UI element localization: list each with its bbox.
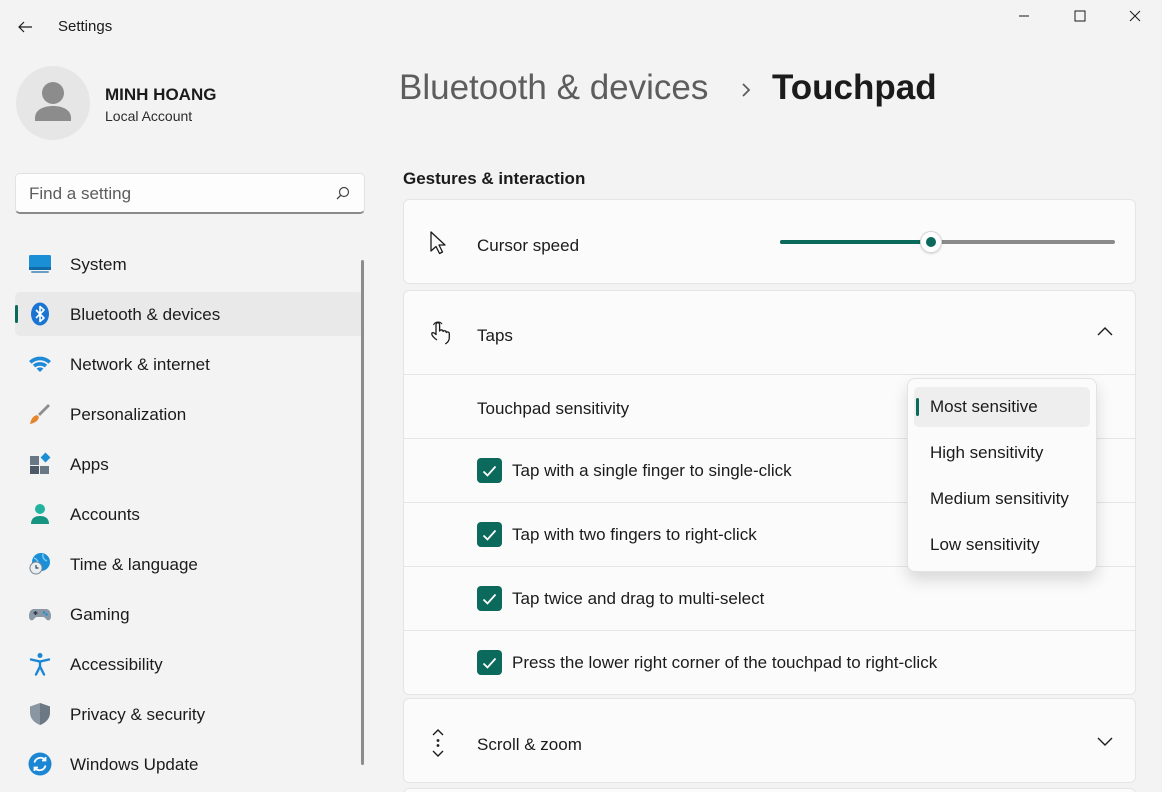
account-type: Local Account (105, 108, 193, 124)
monitor-icon (29, 255, 51, 273)
sidebar-item-label: Accessibility (70, 655, 163, 674)
sidebar-item-gaming[interactable]: Gaming (15, 592, 363, 636)
slider-fill (780, 240, 931, 244)
divider (404, 374, 1135, 375)
accessibility-icon (29, 653, 51, 676)
sidebar-item-label: Network & internet (70, 355, 210, 374)
sidebar-item-personalization[interactable]: Personalization (15, 392, 363, 436)
chevron-down-icon[interactable] (1096, 734, 1114, 748)
sidebar-item-network[interactable]: Network & internet (15, 342, 363, 386)
sidebar-item-label: Privacy & security (70, 705, 206, 724)
maximize-button[interactable] (1052, 0, 1108, 32)
minimize-button[interactable] (996, 0, 1052, 32)
checkmark-icon (482, 593, 497, 605)
page-title: Touchpad (772, 68, 937, 107)
dropdown-option-high-sensitivity[interactable]: High sensitivity (914, 433, 1090, 473)
selection-indicator (916, 398, 919, 416)
scroll-zoom-label: Scroll & zoom (477, 735, 582, 754)
avatar[interactable] (16, 66, 90, 140)
sidebar-scrollbar[interactable] (361, 260, 364, 765)
two-finger-right-click-checkbox[interactable] (477, 522, 502, 547)
sidebar-item-label: Bluetooth & devices (70, 305, 221, 324)
sidebar-item-system[interactable]: System (15, 242, 363, 286)
sensitivity-dropdown[interactable]: Most sensitive High sensitivity Medium s… (907, 378, 1097, 572)
search-input[interactable] (29, 183, 319, 205)
person-icon (31, 504, 49, 524)
sidebar-item-label: System (70, 255, 127, 274)
sidebar-nav: System Bluetooth & devices Network & int… (15, 242, 363, 792)
cursor-icon (430, 231, 446, 255)
title-bar: Settings (0, 0, 1162, 52)
sidebar-item-accessibility[interactable]: Accessibility (15, 642, 363, 686)
sidebar-item-time-language[interactable]: Time & language (15, 542, 363, 586)
user-avatar-icon (35, 82, 71, 121)
option-label: High sensitivity (930, 443, 1044, 462)
taps-label: Taps (477, 326, 513, 345)
sidebar-item-bluetooth[interactable]: Bluetooth & devices (15, 292, 363, 336)
dropdown-option-medium-sensitivity[interactable]: Medium sensitivity (914, 479, 1090, 519)
user-name: MINH HOANG (105, 85, 217, 104)
sidebar-item-label: Apps (70, 455, 109, 474)
sidebar-item-label: Personalization (70, 405, 187, 424)
search-icon[interactable] (336, 186, 350, 200)
divider (404, 630, 1135, 631)
slider-thumb[interactable] (919, 231, 942, 253)
chevron-up-icon[interactable] (1096, 325, 1114, 339)
option-label: Low sensitivity (930, 535, 1040, 554)
gamepad-icon (29, 609, 51, 621)
section-title: Gestures & interaction (403, 169, 586, 188)
selection-indicator (15, 305, 18, 323)
minimize-icon (1019, 15, 1029, 17)
sidebar-item-label: Gaming (70, 605, 130, 624)
close-button[interactable] (1108, 0, 1162, 32)
bluetooth-icon (31, 302, 49, 326)
tap-twice-drag-checkbox[interactable] (477, 586, 502, 611)
sidebar-item-label: Accounts (70, 505, 140, 524)
apps-icon (30, 452, 51, 474)
wifi-icon (29, 356, 51, 372)
checkmark-icon (482, 529, 497, 541)
breadcrumb-parent[interactable]: Bluetooth & devices (399, 68, 708, 108)
checkmark-icon (482, 465, 497, 477)
checkbox-label[interactable]: Tap twice and drag to multi-select (512, 589, 764, 609)
paintbrush-icon (30, 404, 50, 424)
cursor-speed-label: Cursor speed (477, 236, 580, 255)
sidebar-item-privacy-security[interactable]: Privacy & security (15, 692, 363, 736)
app-title: Settings (58, 18, 113, 35)
lower-right-corner-checkbox[interactable] (477, 650, 502, 675)
dropdown-option-low-sensitivity[interactable]: Low sensitivity (914, 525, 1090, 565)
option-label: Medium sensitivity (930, 489, 1069, 508)
scroll-icon (432, 729, 444, 757)
option-label: Most sensitive (930, 397, 1038, 416)
back-arrow-icon (18, 21, 32, 33)
next-card-edge (403, 788, 1136, 792)
checkbox-label[interactable]: Press the lower right corner of the touc… (512, 653, 937, 673)
maximize-icon (1074, 10, 1086, 22)
sidebar-item-apps[interactable]: Apps (15, 442, 363, 486)
update-icon (28, 752, 52, 776)
checkmark-icon (482, 657, 497, 669)
single-finger-click-checkbox[interactable] (477, 458, 502, 483)
taps-header[interactable] (404, 291, 1135, 374)
tap-gesture-icon (431, 321, 450, 345)
back-button[interactable] (8, 10, 42, 44)
close-icon (1129, 10, 1141, 22)
checkbox-label[interactable]: Tap with two fingers to right-click (512, 525, 757, 545)
globe-clock-icon (29, 553, 50, 575)
sidebar-item-label: Time & language (70, 555, 198, 574)
touchpad-sensitivity-label: Touchpad sensitivity (477, 399, 630, 418)
sidebar-item-label: Windows Update (70, 755, 199, 774)
dropdown-option-most-sensitive[interactable]: Most sensitive (914, 387, 1090, 427)
sidebar-item-accounts[interactable]: Accounts (15, 492, 363, 536)
chevron-right-icon (742, 83, 751, 97)
cursor-speed-slider[interactable] (780, 230, 1115, 254)
checkbox-label[interactable]: Tap with a single finger to single-click (512, 461, 792, 481)
search-box[interactable] (15, 173, 365, 214)
shield-icon (30, 703, 50, 725)
sidebar-item-windows-update[interactable]: Windows Update (15, 742, 363, 786)
